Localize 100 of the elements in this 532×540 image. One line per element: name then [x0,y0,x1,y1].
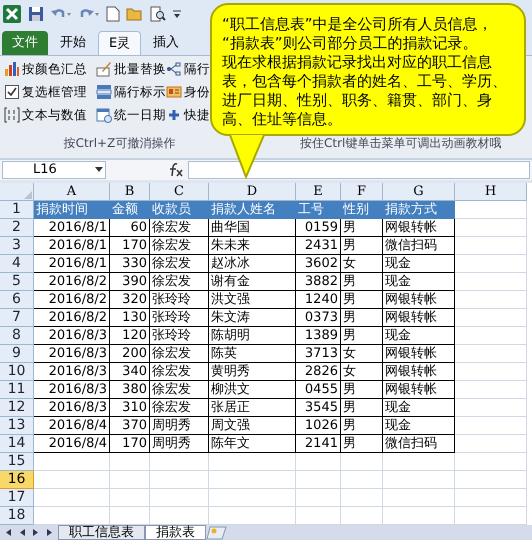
table-cell: 2016/8/2 [34,273,110,291]
ribbon-tab[interactable]: E灵 [98,31,142,55]
row-header[interactable]: 17 [0,489,34,507]
table-cell [296,453,341,471]
row-header[interactable]: 6 [0,291,34,309]
column-header[interactable]: E [296,183,341,201]
table-cell: 2016/8/1 [34,219,110,237]
ribbon-command[interactable]: 隔行标示 [96,83,166,101]
dropdown-arrow-icon[interactable] [172,8,182,20]
table-cell [455,453,527,471]
table-cell: 2016/8/2 [34,291,110,309]
header-cell: 收款员 [150,201,209,219]
folder-icon[interactable] [126,6,144,22]
ribbon-command[interactable]: 快捷 [166,106,210,124]
table-cell: 朱文涛 [209,309,296,327]
row-header[interactable]: 18 [0,507,34,525]
table-cell: 2016/8/4 [34,435,110,453]
column-header[interactable]: A [34,183,110,201]
row-header[interactable]: 7 [0,309,34,327]
table-cell [383,453,455,471]
row-header[interactable]: 3 [0,237,34,255]
bar-chart-icon [4,61,20,77]
row-header[interactable]: 4 [0,255,34,273]
table-cell: 陈年文 [209,435,296,453]
table-cell: 1389 [296,327,341,345]
table-cell: 男 [341,381,383,399]
row-header[interactable]: 10 [0,363,34,381]
column-header[interactable]: B [110,183,150,201]
ribbon-tab[interactable]: 插入 [143,31,190,55]
table-cell: 黄明秀 [209,363,296,381]
table-cell: 微信扫码 [383,435,455,453]
row-header[interactable]: 8 [0,327,34,345]
table-cell: 陈英 [209,345,296,363]
function-icon[interactable] [168,163,184,177]
table-cell: 370 [110,417,150,435]
table-cell [455,363,527,381]
table-cell: 2016/8/3 [34,327,110,345]
header-cell: 捐款人姓名 [209,201,296,219]
table-cell: 330 [110,255,150,273]
table-cell: 170 [110,435,150,453]
table-cell: 3882 [296,273,341,291]
ribbon-command[interactable]: 隔行 [166,60,210,78]
column-header[interactable]: D [209,183,296,201]
table-cell [341,489,383,507]
row-header[interactable]: 16 [0,471,34,489]
ribbon-command[interactable]: 文本与数值 [4,106,87,124]
ribbon-command[interactable]: 复选框管理 [4,83,87,101]
ribbon-command[interactable]: 按颜色汇总 [4,60,87,78]
ribbon-tab[interactable]: 文件 [2,31,48,55]
save-icon[interactable] [28,6,44,22]
rows-icon [96,84,112,100]
table-cell: 网银转帐 [383,291,455,309]
table-cell: 现金 [383,327,455,345]
column-header[interactable]: F [341,183,383,201]
header-cell: 性别 [341,201,383,219]
table-cell: 网银转帐 [383,363,455,381]
table-cell [455,435,527,453]
new-document-icon[interactable] [106,6,120,22]
dropdown-arrow-icon[interactable] [95,167,103,173]
pencil-icon [96,61,112,77]
name-box[interactable]: L16 [2,161,106,179]
table-cell: 2016/8/3 [34,399,110,417]
row-header[interactable]: 15 [0,453,34,471]
row-header[interactable]: 1 [0,201,34,219]
table-cell: 0159 [296,219,341,237]
sheet-tab[interactable]: 捐款表 [145,525,206,540]
ribbon-command[interactable]: 身份 [166,83,210,101]
header-cell: 金额 [110,201,150,219]
table-cell: 1240 [296,291,341,309]
formula-field[interactable] [188,161,530,179]
table-cell: 0373 [296,309,341,327]
spreadsheet-logo-icon[interactable] [2,4,22,24]
ribbon-tab[interactable]: 开始 [50,31,96,55]
row-header[interactable]: 11 [0,381,34,399]
row-header[interactable]: 14 [0,435,34,453]
column-header[interactable]: H [455,183,527,201]
row-header[interactable]: 12 [0,399,34,417]
row-header[interactable]: 5 [0,273,34,291]
table-cell: 1026 [296,417,341,435]
print-preview-icon[interactable] [150,6,166,22]
table-cell: 0455 [296,381,341,399]
row-header[interactable]: 9 [0,345,34,363]
table-cell: 现金 [383,417,455,435]
row-header[interactable]: 2 [0,219,34,237]
table-cell [110,489,150,507]
column-header[interactable]: C [150,183,209,201]
group-label: 按住Ctrl键单击菜单可调出动画教材哦 [300,135,502,152]
table-cell: 男 [341,237,383,255]
callout-line: 表，包含每个捐款者的姓名、工号、学历、 [222,72,508,91]
table-cell [455,399,527,417]
sheet-tab[interactable]: 职工信息表 [58,525,145,540]
row-header[interactable]: 13 [0,417,34,435]
ribbon-command[interactable]: 批量替换 [96,60,166,78]
table-cell [110,471,150,489]
column-header[interactable]: G [383,183,455,201]
table-cell: 男 [341,399,383,417]
table-cell: 洪文强 [209,291,296,309]
ribbon-command[interactable]: 统一日期 [96,106,166,124]
table-cell [455,489,527,507]
table-cell: 男 [341,309,383,327]
